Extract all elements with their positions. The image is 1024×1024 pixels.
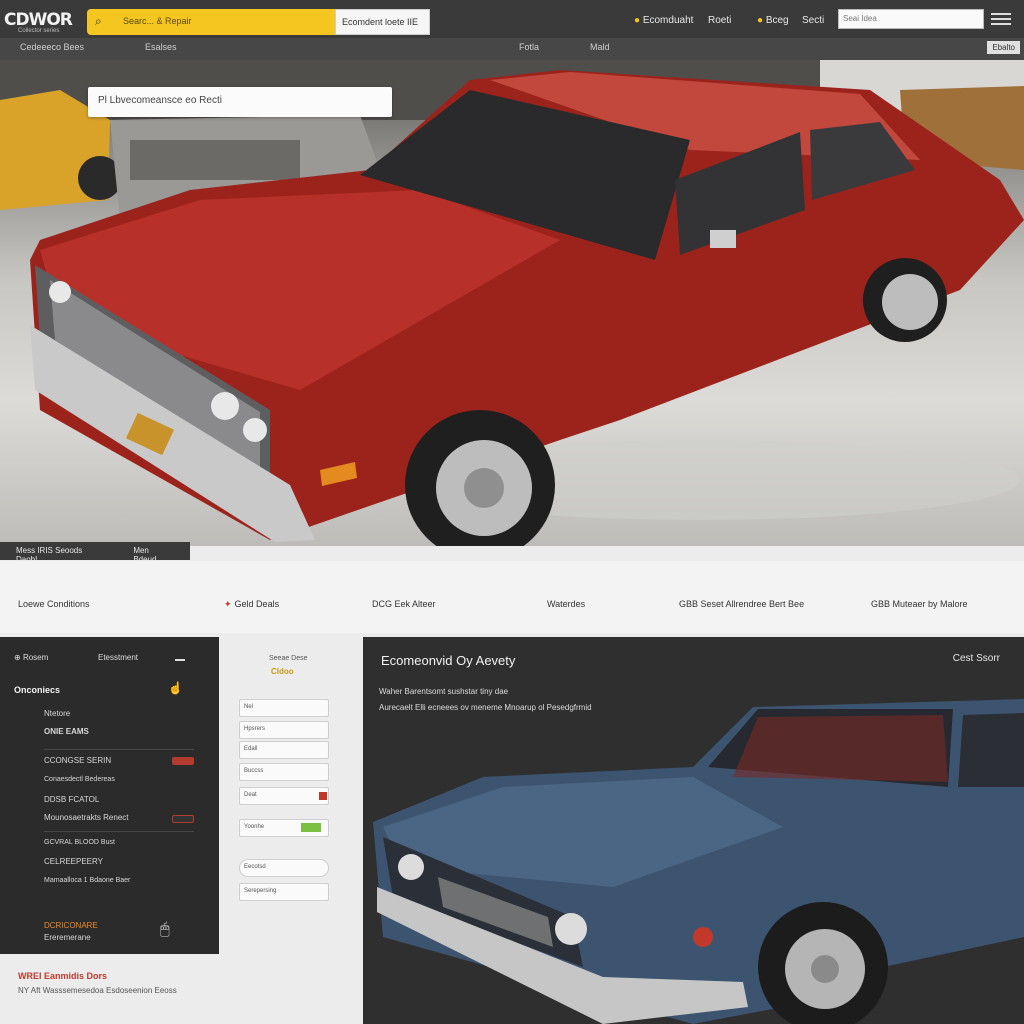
sidebar-row[interactable]: GCVRAL BLOOD Bust	[44, 839, 115, 846]
nav-label: Bceg	[765, 15, 789, 26]
sidebar-row[interactable]: CCONGSE SERIN	[44, 756, 111, 765]
filter-badge: Cldoo	[271, 667, 294, 676]
search-icon: ⌕	[95, 14, 102, 28]
status-indicator	[319, 792, 327, 800]
sidebar-row[interactable]: ONIE EAMS	[44, 727, 89, 736]
sidebar-row[interactable]: Ereremerane	[44, 933, 91, 942]
sub-nav-item-4[interactable]: Mald	[590, 42, 610, 52]
feature-6[interactable]: GBB Muteaer by Malore	[871, 599, 968, 609]
sidebar-row[interactable]: DDSB FCATOL	[44, 795, 99, 804]
site-logo[interactable]: CDWOR	[4, 10, 73, 30]
nav-item-1[interactable]: ● Ecomduaht	[634, 15, 693, 26]
hero-search-input[interactable]: Pl Lbvecomeansce eo Recti	[88, 87, 392, 117]
sub-nav-badge[interactable]: Ebalto	[987, 41, 1020, 54]
feature-2[interactable]: ✦ Geld Deals	[224, 599, 279, 610]
collapse-icon[interactable]	[175, 659, 185, 661]
sub-nav-item-3[interactable]: Fotla	[519, 42, 539, 52]
star-icon: ✦	[224, 599, 232, 609]
footer-heading[interactable]: WREI Eanmidis Dors	[18, 971, 107, 981]
filter-heading: Seeae Dese	[269, 655, 308, 662]
divider	[44, 831, 194, 832]
footer-text: NY Aft Wasssemesedoa Esdoseenion Eeoss	[18, 986, 177, 995]
features-strip: Loewe Conditions ✦ Geld Deals DCG Eek Alt…	[0, 561, 1024, 633]
sidebar-title: Onconiecs	[14, 685, 61, 695]
hero-banner: Pl Lbvecomeansce eo Recti	[0, 60, 1024, 546]
filter-button[interactable]: Serepersing	[239, 883, 329, 901]
sidebar-header-label: Rosem	[22, 653, 49, 662]
nav-item-2[interactable]: Roeti	[708, 15, 731, 26]
search-button[interactable]: Ecomdent loete IIE	[335, 9, 430, 35]
bullet-icon: ●	[757, 15, 764, 26]
nav-item-4[interactable]: Secti	[802, 15, 824, 26]
sidebar-row[interactable]: CELREEPEERY	[44, 857, 103, 866]
feature-1[interactable]: Loewe Conditions	[18, 599, 90, 609]
top-bar: CDWOR Collector series ⌕ Searc... & Repa…	[0, 0, 1024, 38]
search-text: Searc... & Repair	[123, 16, 192, 26]
filter-field[interactable]: Buccss	[239, 763, 329, 781]
sidebar-header-left[interactable]: ⊕ Rosem	[14, 653, 48, 662]
nav-item-3[interactable]: ● Bceg	[757, 15, 789, 26]
filter-field[interactable]: Eecotsd	[239, 859, 329, 877]
nav-label: Ecomduaht	[642, 15, 694, 26]
status-badge	[172, 757, 194, 765]
search-bar[interactable]: ⌕ Searc... & Repair	[87, 9, 335, 35]
feature-4[interactable]: Waterdes	[547, 599, 585, 609]
hero-car-image	[0, 60, 1024, 546]
top-search-input[interactable]: Seai Idea	[838, 9, 984, 29]
sidebar-row[interactable]: Mounosaetrakts Renect	[44, 813, 129, 822]
hero-tag-2[interactable]: Men Bdeud	[133, 546, 174, 564]
mouse-icon: 🖱	[160, 921, 170, 938]
bullet-icon: ●	[634, 15, 641, 26]
feature-3[interactable]: DCG Eek Alteer	[372, 599, 436, 609]
hamburger-menu-icon[interactable]	[988, 10, 1014, 28]
filter-field[interactable]: Deat	[239, 787, 329, 805]
filter-field[interactable]: Edall	[239, 741, 329, 759]
toggle-indicator[interactable]	[301, 823, 321, 832]
sidebar-header-right[interactable]: Etesstment	[98, 653, 138, 662]
divider	[44, 749, 194, 750]
sidebar-row[interactable]: Ntetore	[44, 709, 70, 718]
sub-nav-bar: Cedeeeco Bees Esalses Fotla Mald Ebalto	[0, 38, 1024, 60]
toggle-switch[interactable]	[172, 815, 194, 823]
hand-pointer-icon: ☝	[168, 681, 183, 695]
logo-tagline: Collector series	[18, 28, 60, 34]
sidebar-row[interactable]: Conaesdectl Bedereas	[44, 776, 115, 783]
feature-5[interactable]: GBB Seset Allrendree Bert Bee	[679, 599, 804, 609]
sidebar-panel: ⊕ Rosem Etesstment Onconiecs ☝ Ntetore O…	[0, 637, 219, 954]
hero-caption-bar: Mess IRIS Seoods Daob! Men Bdeud	[0, 542, 190, 564]
sub-nav-item-1[interactable]: Cedeeeco Bees	[20, 42, 84, 52]
filter-field[interactable]: Hpsrers	[239, 721, 329, 739]
footer: WREI Eanmidis Dors NY Aft Wasssemesedoa …	[0, 954, 363, 1024]
promo-panel: Ecomeonvid Oy Aevety Cest Ssorr Waher Ba…	[363, 637, 1024, 1024]
filter-field[interactable]: Nel	[239, 699, 329, 717]
promo-car-image	[373, 699, 1024, 1024]
sidebar-row[interactable]: Mamaalloca 1 Bdaone Baer	[44, 877, 130, 884]
filter-column: Seeae Dese Cldoo Nel Hpsrers Edall Buccs…	[219, 637, 364, 954]
hero-tag-1[interactable]: Mess IRIS Seoods Daob!	[16, 546, 105, 564]
sidebar-row-highlight[interactable]: DCRICONARE	[44, 921, 98, 930]
sub-nav-item-2[interactable]: Esalses	[145, 42, 177, 52]
feature-label: Geld Deals	[234, 599, 280, 609]
